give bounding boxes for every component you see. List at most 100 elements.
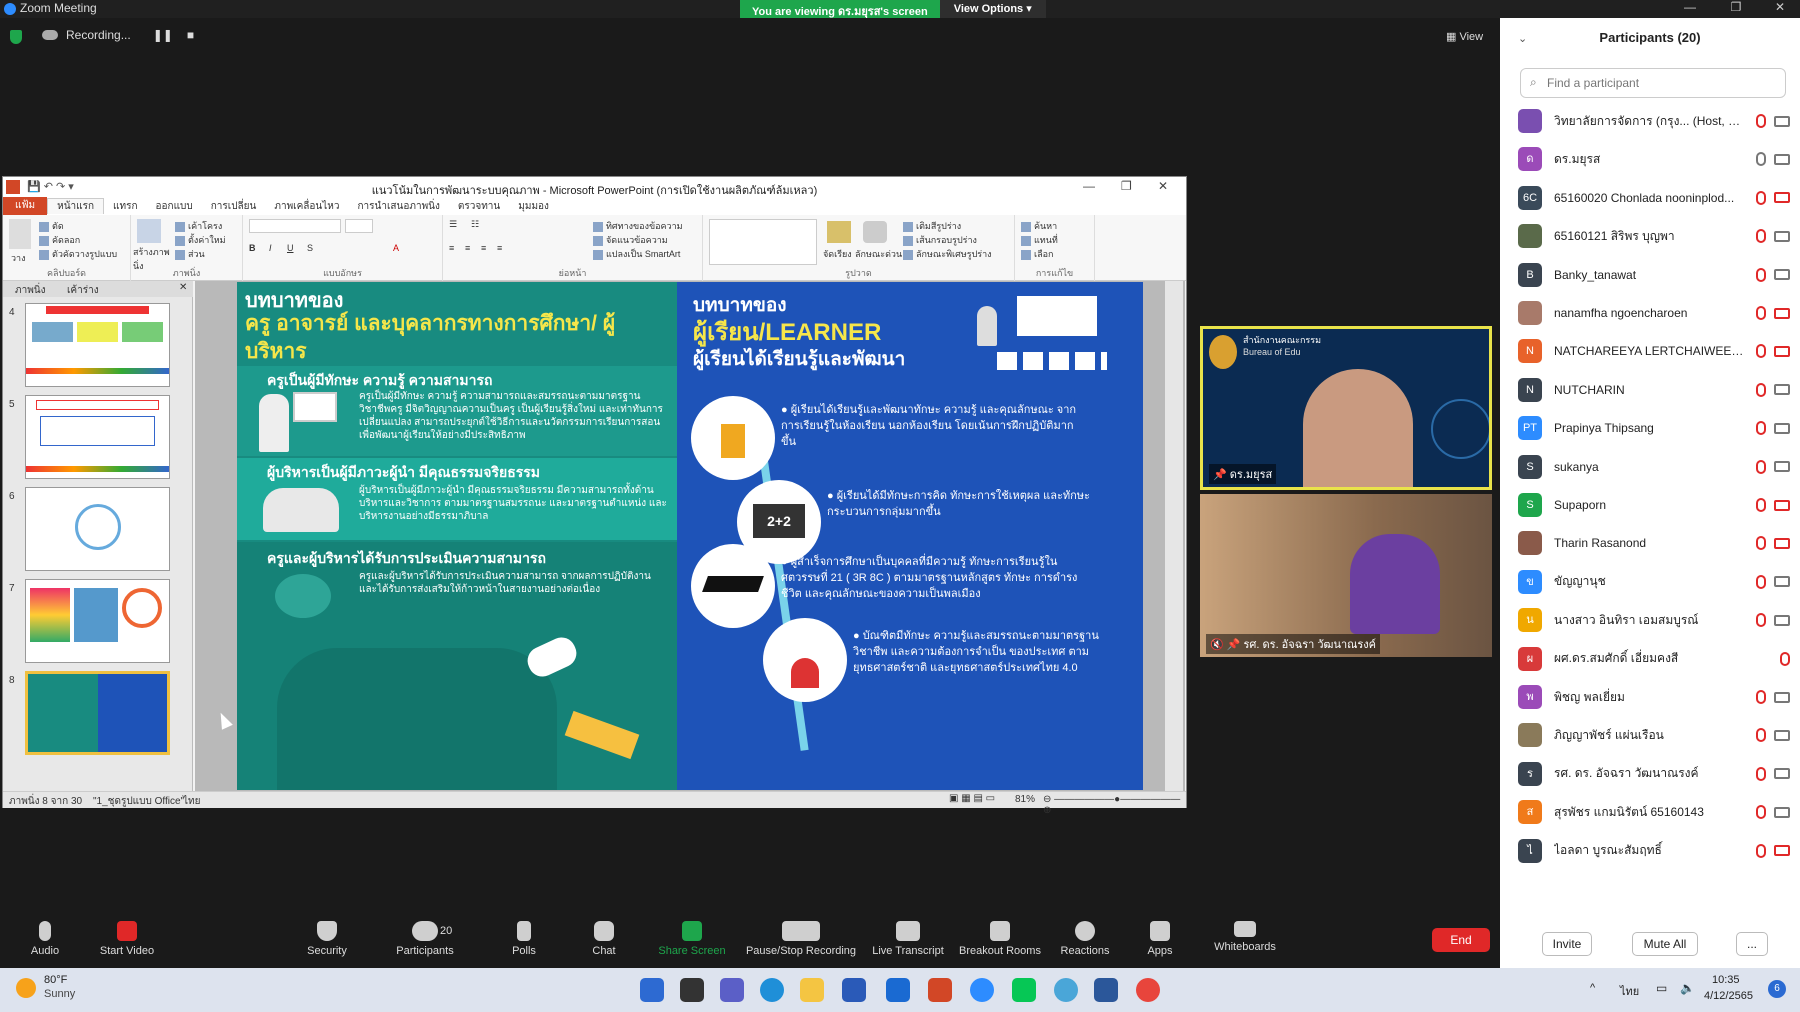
slide-thumbnail[interactable] bbox=[25, 303, 170, 387]
bullets-icon[interactable]: ☰ bbox=[449, 219, 457, 230]
notification-badge[interactable]: 6 bbox=[1768, 980, 1786, 998]
slide-vertical-scrollbar[interactable] bbox=[1165, 281, 1183, 791]
participant-row[interactable]: ร รศ. ดร. อัจฉรา วัฒนาณรงค์ bbox=[1518, 755, 1790, 793]
participant-row[interactable]: น นางสาว อินทิรา เอมสมบูรณ์ bbox=[1518, 601, 1790, 639]
underline-icon[interactable]: U bbox=[287, 243, 294, 253]
chrome-icon[interactable] bbox=[1136, 978, 1160, 1002]
align-text-button[interactable]: จัดแนวข้อความ bbox=[593, 233, 668, 247]
more-options-button[interactable]: ... bbox=[1736, 932, 1768, 956]
pause-recording-icon[interactable]: ❚❚ bbox=[153, 28, 173, 42]
tab-slideshow[interactable]: การนำเสนอภาพนิ่ง bbox=[349, 199, 449, 214]
justify-icon[interactable]: ≡ bbox=[497, 243, 502, 253]
paste-button[interactable]: วาง bbox=[11, 251, 26, 265]
encryption-shield-icon[interactable] bbox=[10, 30, 22, 44]
breakout-rooms-button[interactable]: Breakout Rooms bbox=[952, 921, 1048, 957]
cut-button[interactable]: ตัด bbox=[39, 219, 64, 233]
file-explorer-icon[interactable] bbox=[800, 978, 824, 1002]
participant-row[interactable]: พ พิชญ พลเยี่ยม bbox=[1518, 678, 1790, 716]
format-painter-button[interactable]: ตัวคัดวางรูปแบบ bbox=[39, 247, 117, 261]
font-name-select[interactable] bbox=[249, 219, 341, 233]
view-options-button[interactable]: View Options ▾ bbox=[939, 0, 1046, 18]
video-tile[interactable]: 🔇 📌 รศ. ดร. อัจฉรา วัฒนาณรงค์ bbox=[1200, 494, 1492, 657]
ppt-restore-icon[interactable]: ❐ bbox=[1121, 179, 1132, 193]
participant-row[interactable]: Tharin Rasanond bbox=[1518, 524, 1790, 562]
paste-icon[interactable] bbox=[9, 219, 31, 249]
participant-row[interactable]: ภิญญาพัชร์ แผ่นเรือน bbox=[1518, 716, 1790, 754]
tab-review[interactable]: ตรวจทาน bbox=[449, 199, 509, 214]
participant-row[interactable]: ไ ไอลดา บูรณะสัมฤทธิ์ bbox=[1518, 832, 1790, 870]
whiteboards-button[interactable]: Whiteboards bbox=[1200, 921, 1290, 953]
tab-transitions[interactable]: การเปลี่ยน bbox=[202, 199, 266, 214]
polls-button[interactable]: Polls bbox=[479, 921, 569, 957]
copy-button[interactable]: คัดลอก bbox=[39, 233, 80, 247]
italic-icon[interactable]: I bbox=[269, 243, 272, 253]
select-button[interactable]: เลือก bbox=[1021, 247, 1053, 261]
participant-row[interactable]: Ssukanya bbox=[1518, 448, 1790, 486]
participant-row[interactable]: 6C 65160020 Chonlada nooninplod... bbox=[1518, 179, 1790, 217]
pause-stop-recording-button[interactable]: Pause/Stop Recording bbox=[743, 921, 859, 957]
tab-design[interactable]: ออกแบบ bbox=[147, 199, 202, 214]
participant-row[interactable]: PT Prapinya Thipsang bbox=[1518, 409, 1790, 447]
participant-row[interactable]: ข ขัญญานุช bbox=[1518, 563, 1790, 601]
weather-sun-icon[interactable] bbox=[16, 978, 36, 998]
find-button[interactable]: ค้นหา bbox=[1021, 219, 1057, 233]
shape-outline-button[interactable]: เส้นกรอบรูปร่าง bbox=[903, 233, 977, 247]
smartart-button[interactable]: แปลงเป็น SmartArt bbox=[593, 247, 680, 261]
font-size-select[interactable] bbox=[345, 219, 373, 233]
mute-all-button[interactable]: Mute All bbox=[1632, 932, 1698, 956]
section-button[interactable]: ส่วน bbox=[175, 247, 205, 261]
network-icon[interactable]: ▭ bbox=[1656, 981, 1667, 995]
find-participant-input[interactable]: ⌕ Find a participant bbox=[1520, 68, 1786, 98]
tab-view[interactable]: มุมมอง bbox=[509, 199, 558, 214]
participant-row[interactable]: B Banky_tanawat bbox=[1518, 256, 1790, 294]
shadow-icon[interactable]: S bbox=[307, 243, 313, 253]
tab-insert[interactable]: แทรก bbox=[104, 199, 146, 214]
participant-row[interactable]: N NATCHAREEYA LERTCHAIWEERA... bbox=[1518, 332, 1790, 370]
teams-chat-icon[interactable] bbox=[720, 978, 744, 1002]
end-meeting-button[interactable]: End bbox=[1432, 928, 1490, 952]
word-icon[interactable] bbox=[1094, 978, 1118, 1002]
participants-button[interactable]: Participants bbox=[380, 921, 470, 957]
clock-date[interactable]: 4/12/2565 bbox=[1704, 990, 1753, 1002]
live-transcript-button[interactable]: Live Transcript bbox=[862, 921, 954, 957]
participant-row[interactable]: N NUTCHARIN bbox=[1518, 371, 1790, 409]
minimize-icon[interactable]: — bbox=[1670, 0, 1710, 18]
view-buttons[interactable]: ▣ ▦ ▤ ▭ bbox=[949, 793, 995, 804]
video-tile-active-speaker[interactable]: สำนักงานคณะกรรม Bureau of Edu 📌 ดร.มยุรส bbox=[1200, 326, 1492, 490]
shapes-gallery[interactable] bbox=[709, 219, 817, 265]
ppt-minimize-icon[interactable]: — bbox=[1083, 179, 1095, 193]
volume-icon[interactable]: 🔈 bbox=[1680, 981, 1695, 995]
tab-home[interactable]: หน้าแรก bbox=[47, 198, 105, 214]
share-screen-button[interactable]: Share Screen bbox=[647, 921, 737, 957]
pane-close-icon[interactable]: ✕ bbox=[179, 282, 187, 293]
slide-thumbnail[interactable] bbox=[25, 395, 170, 479]
stop-recording-icon[interactable]: ■ bbox=[187, 28, 194, 42]
font-color-icon[interactable]: A bbox=[393, 243, 399, 253]
line-icon[interactable] bbox=[1012, 978, 1036, 1002]
invite-button[interactable]: Invite bbox=[1542, 932, 1592, 956]
view-button[interactable]: ▦ View bbox=[1446, 30, 1483, 43]
zoom-level[interactable]: 81% bbox=[1015, 794, 1035, 805]
participant-row[interactable]: ผ ผศ.ดร.สมศักดิ์ เอี่ยมคงสี bbox=[1518, 640, 1790, 678]
tab-animations[interactable]: ภาพเคลื่อนไหว bbox=[265, 199, 348, 214]
align-center-icon[interactable]: ≡ bbox=[465, 243, 470, 253]
align-right-icon[interactable]: ≡ bbox=[481, 243, 486, 253]
arrange-icon[interactable] bbox=[827, 221, 851, 243]
quick-styles-button[interactable]: ลักษณะด่วน bbox=[855, 247, 902, 261]
close-icon[interactable]: ✕ bbox=[1760, 0, 1800, 18]
input-language[interactable]: ไทย bbox=[1620, 982, 1639, 1000]
zoom-taskbar-icon[interactable] bbox=[970, 978, 994, 1002]
participant-row[interactable]: ส สุรพัชร แกมนิรัตน์ 65160143 bbox=[1518, 793, 1790, 831]
start-menu-icon[interactable] bbox=[640, 978, 664, 1002]
tab-file[interactable]: แฟ้ม bbox=[3, 197, 48, 215]
current-slide[interactable]: บทบาทของ ครู อาจารย์ และบุคลากรทางการศึก… bbox=[237, 282, 1143, 790]
slide-thumbnail-selected[interactable] bbox=[25, 671, 170, 755]
audio-button[interactable]: Audio bbox=[0, 921, 90, 957]
shape-effects-button[interactable]: ลักษณะพิเศษรูปร่าง bbox=[903, 247, 992, 261]
mail-icon[interactable] bbox=[886, 978, 910, 1002]
new-slide-icon[interactable] bbox=[137, 219, 161, 243]
align-left-icon[interactable]: ≡ bbox=[449, 243, 454, 253]
participant-row[interactable]: 65160121 สิริพร บุญพา bbox=[1518, 217, 1790, 255]
tray-chevron-icon[interactable]: ^ bbox=[1590, 982, 1595, 994]
apps-button[interactable]: Apps bbox=[1115, 921, 1205, 957]
